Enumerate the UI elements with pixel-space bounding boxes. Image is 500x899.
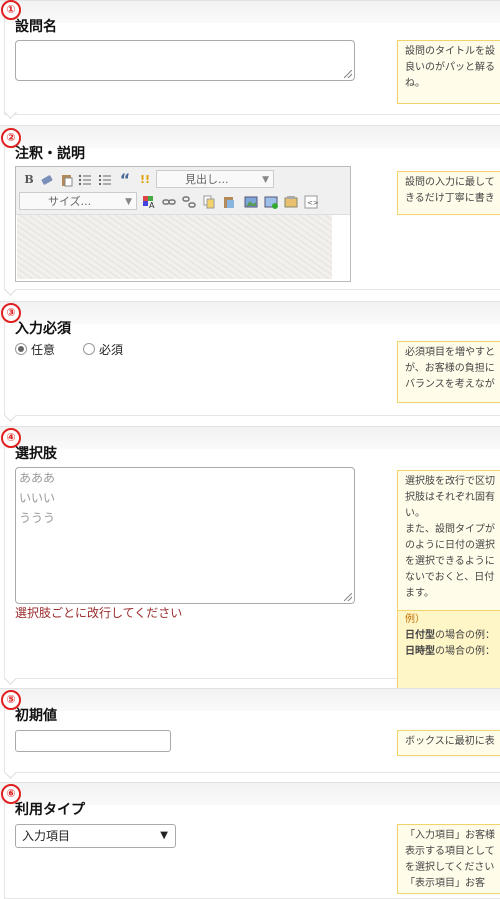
section-question-name: ① 設問名 設問のタイトルを設 良いのがパッと解る ね。 [0, 0, 500, 122]
html-source-icon[interactable]: <> [304, 195, 319, 209]
radio-optional-label[interactable]: 任意 [31, 341, 55, 358]
eraser-icon[interactable] [40, 173, 54, 187]
heading-select[interactable]: 見出し... ▼ [156, 170, 274, 188]
paste-icon[interactable] [60, 173, 74, 187]
section-title: 初期値 [15, 708, 57, 724]
bold-icon[interactable]: B [22, 173, 36, 187]
help-tooltip: 「入力項目」お客様 表示する項目として を選択してください 「表示項目」お客 [397, 824, 500, 894]
resize-handle-icon[interactable] [344, 70, 352, 78]
radio-optional[interactable] [15, 343, 27, 355]
choices-hint: 選択肢ごとに改行してください [15, 606, 183, 620]
numbered-list-icon[interactable] [98, 173, 112, 187]
bullet-list-icon[interactable] [78, 173, 92, 187]
svg-text:<>: <> [307, 199, 318, 207]
section-title: 選択肢 [15, 446, 57, 462]
editor-toolbar: B “ !! 見出し... ▼ サイズ... ▼ A <> [16, 167, 350, 215]
section-title: 利用タイプ [15, 802, 85, 818]
help-tooltip: 設問の入力に最して きるだけ丁寧に書き [397, 171, 500, 215]
resize-handle-icon[interactable] [344, 593, 352, 601]
chevron-down-icon: ▼ [160, 830, 168, 841]
link-icon[interactable] [162, 195, 176, 209]
blockquote-icon[interactable]: “ [118, 172, 132, 188]
font-size-select[interactable]: サイズ... ▼ [19, 192, 137, 210]
image-icon[interactable] [244, 195, 258, 209]
default-value-input[interactable] [15, 730, 171, 752]
section-title: 入力必須 [15, 321, 71, 337]
paste-text-icon[interactable] [222, 195, 236, 209]
radio-required[interactable] [83, 343, 95, 355]
help-tooltip: 選択肢を改行で区切 択肢はそれぞれ固有 い。 また、設問タイプが のように日付の… [397, 470, 500, 694]
svg-text:A: A [149, 201, 155, 209]
section-default-value: ⑤ 初期値 ボックスに最初に表 [0, 688, 500, 779]
media-icon[interactable] [284, 195, 298, 209]
text-color-icon[interactable]: A [142, 195, 156, 210]
insert-image-icon[interactable] [264, 195, 278, 209]
copy-icon[interactable] [202, 195, 216, 209]
unlink-icon[interactable] [182, 195, 196, 209]
example-box: 例） 日付型の場合の例： 日時型の場合の例： [398, 610, 500, 693]
radio-required-label[interactable]: 必須 [99, 341, 123, 358]
choices-textarea[interactable]: あああ いいい ううう [15, 467, 355, 604]
usage-type-select[interactable]: 入力項目 ▼ [15, 824, 176, 848]
help-tooltip: 必須項目を増やすと が、お客様の負担に バランスを考えなが [397, 341, 500, 403]
section-required: ③ 入力必須 任意 必須 必須項目を増やすと が、お客様の負担に バランスを考え… [0, 301, 500, 422]
rich-text-editor: B “ !! 見出し... ▼ サイズ... ▼ A <> [15, 166, 351, 282]
warning-icon[interactable]: !! [138, 173, 152, 187]
editor-content-area[interactable] [17, 215, 332, 279]
chevron-down-icon: ▼ [262, 175, 269, 185]
section-title: 設問名 [15, 19, 57, 35]
section-title: 注釈・説明 [15, 146, 85, 162]
help-tooltip: ボックスに最初に表 [397, 730, 500, 756]
chevron-down-icon: ▼ [125, 197, 132, 207]
help-tooltip: 設問のタイトルを設 良いのがパッと解る ね。 [397, 40, 500, 104]
question-name-textarea[interactable] [15, 40, 355, 81]
